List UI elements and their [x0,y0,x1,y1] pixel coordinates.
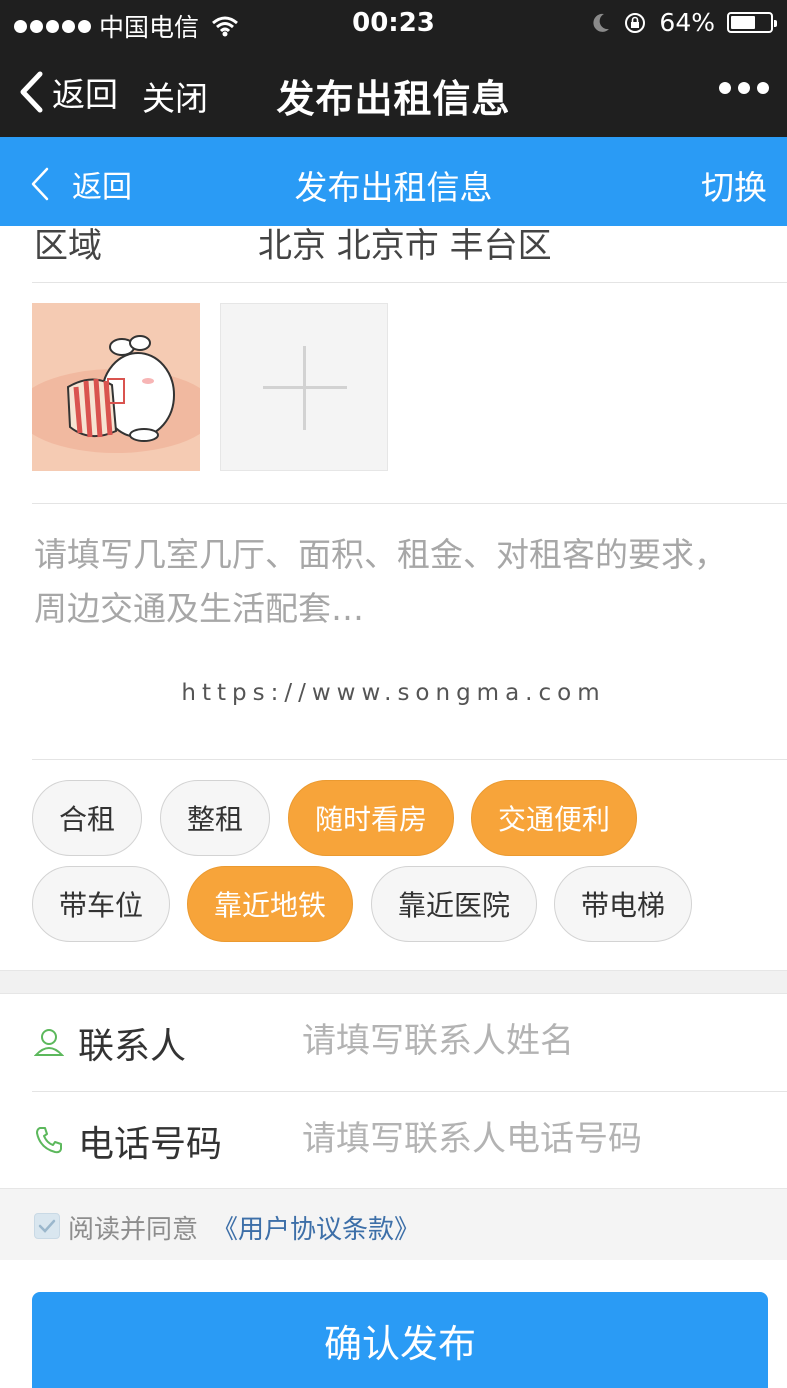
description-textarea[interactable]: 请填写几室几厅、面积、租金、对租客的要求，周边交通及生活配套… [34,528,754,636]
tag-near-subway[interactable]: 靠近地铁 [187,866,353,942]
more-menu-icon[interactable] [719,82,769,94]
app-header: 返回 发布出租信息 切换 [0,137,787,226]
phone-number-input[interactable] [302,1113,762,1165]
agreement-row: 阅读并同意 《用户协议条款》 [0,1188,787,1260]
person-icon [34,1029,64,1056]
phone-row: 电话号码 [0,1093,787,1190]
contact-label: 联系人 [78,1026,187,1067]
tag-elevator[interactable]: 带电梯 [554,866,692,942]
contact-row: 联系人 [0,995,787,1092]
status-bar: 中国电信 00:23 64% [0,0,787,46]
bunny-sticker-image [32,303,200,471]
tag-whole-rent[interactable]: 整租 [160,780,270,856]
phone-label: 电话号码 [78,1124,223,1165]
divider [32,1091,787,1092]
contact-name-input[interactable] [302,1015,762,1067]
rotation-lock-icon [625,12,646,33]
tag-near-hospital[interactable]: 靠近医院 [371,866,537,942]
section-gap [0,970,787,994]
divider [32,282,787,283]
tag-parking[interactable]: 带车位 [32,866,170,942]
tag-shared-rent[interactable]: 合租 [32,780,142,856]
add-photo-button[interactable] [220,303,388,471]
uploaded-photo-thumbnail[interactable] [32,303,200,471]
tag-view-anytime[interactable]: 随时看房 [288,780,454,856]
wechat-nav-bar: 返回 关闭 发布出租信息 [0,46,787,137]
battery-icon [727,12,777,33]
divider [32,759,787,760]
page-title: 发布出租信息 [294,168,493,207]
watermark-url: https://www.songma.com [181,680,606,706]
agreement-text: 阅读并同意 [68,1215,199,1245]
checkmark-icon [38,1219,56,1233]
divider [32,503,787,504]
wechat-page-title: 发布出租信息 [276,77,511,121]
confirm-publish-button[interactable]: 确认发布 [32,1292,768,1388]
agreement-checkbox[interactable] [34,1213,60,1239]
tag-convenient-transport[interactable]: 交通便利 [471,780,637,856]
phone-icon [36,1127,62,1154]
battery-fill [731,16,756,29]
switch-button[interactable]: 切换 [701,161,767,209]
user-agreement-link[interactable]: 《用户协议条款》 [212,1209,420,1246]
battery-percent: 64% [659,8,715,37]
status-right: 64% [591,8,777,37]
moon-icon [593,13,610,32]
